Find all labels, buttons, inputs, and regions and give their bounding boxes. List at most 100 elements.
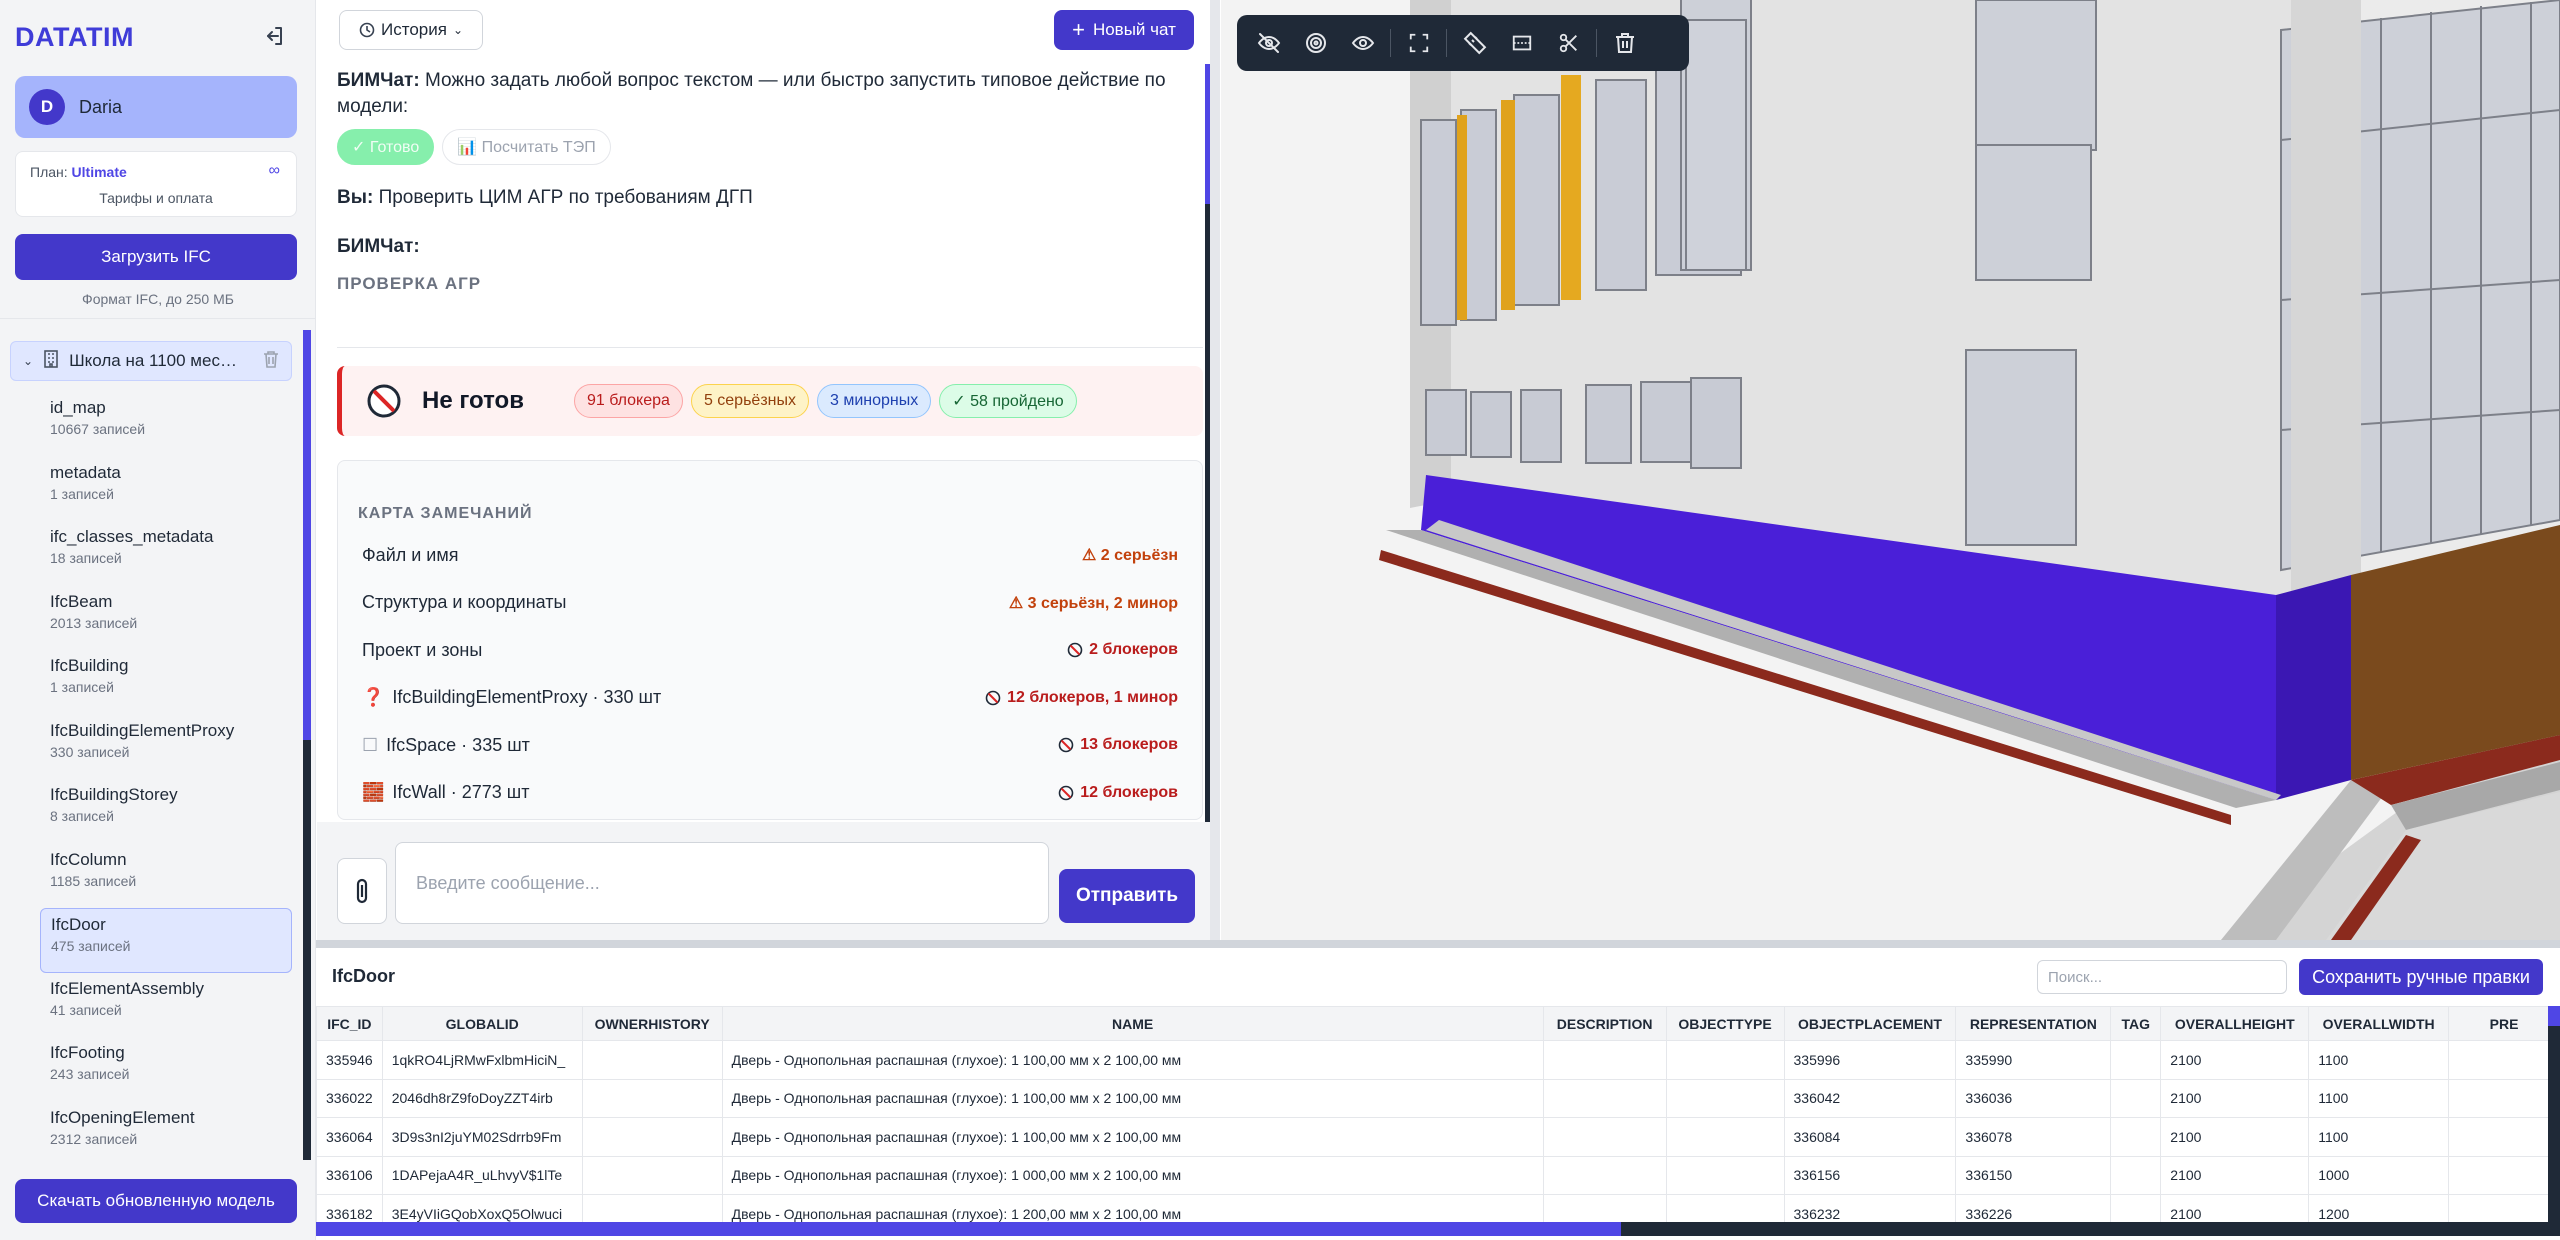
sidebar-item-ifcopeningelement[interactable]: IfcOpeningElement 2312 записей — [40, 1102, 292, 1167]
table-cell[interactable]: 335990 — [1955, 1040, 2112, 1080]
sidebar-item-ifcbuilding[interactable]: IfcBuilding 1 записей — [40, 650, 292, 715]
table-cell[interactable]: 1qkRO4LjRMwFxlbmHiciN_ — [381, 1040, 583, 1080]
chevron-down-icon[interactable]: ⌄ — [23, 354, 33, 368]
save-edits-button[interactable]: Сохранить ручные правки — [2299, 959, 2543, 995]
table-cell[interactable] — [2448, 1155, 2560, 1195]
table-cell[interactable] — [2110, 1155, 2162, 1195]
fullscreen-icon[interactable] — [1395, 20, 1442, 67]
table-cell[interactable] — [581, 1078, 723, 1118]
table-cell[interactable]: 336106 — [316, 1155, 383, 1195]
column-header[interactable]: PRE — [2448, 1006, 2560, 1041]
column-header[interactable]: OVERALLHEIGHT — [2160, 1006, 2310, 1041]
sidebar-item-ifcfooting[interactable]: IfcFooting 243 записей — [40, 1037, 292, 1102]
table-cell[interactable]: 2100 — [2160, 1155, 2310, 1195]
vertical-splitter[interactable] — [1210, 0, 1220, 942]
user-card[interactable]: D Daria — [15, 76, 297, 138]
table-cell[interactable]: 3D9s3nI2juYM02Sdrrb9Fm — [381, 1117, 583, 1157]
table-horizontal-scrollbar[interactable] — [1621, 1222, 2560, 1236]
sidebar-item-ifcbuildingelementproxy[interactable]: IfcBuildingElementProxy 330 записей — [40, 715, 292, 780]
table-cell[interactable]: 335946 — [316, 1040, 383, 1080]
model-tree-item[interactable]: ⌄ Школа на 1100 мес… — [10, 341, 292, 381]
table-cell[interactable]: 336064 — [316, 1117, 383, 1157]
column-header[interactable]: REPRESENTATION — [1955, 1006, 2112, 1041]
scissors-icon[interactable] — [1545, 20, 1592, 67]
column-header[interactable]: OBJECTTYPE — [1665, 1006, 1785, 1041]
table-cell[interactable] — [1665, 1117, 1785, 1157]
issue-row[interactable]: ☐ IfcSpace · 335 шт 13 блокеров — [352, 725, 1188, 765]
table-cell[interactable]: Дверь - Однопольная распашная (глухое): … — [721, 1155, 1544, 1195]
table-cell[interactable] — [2110, 1117, 2162, 1157]
sidebar-item-ifc_classes_metadata[interactable]: ifc_classes_metadata 18 записей — [40, 521, 292, 586]
sidebar-item-id_map[interactable]: id_map 10667 записей — [40, 392, 292, 457]
table-cell[interactable] — [1665, 1078, 1785, 1118]
sidebar-item-ifcelementassembly[interactable]: IfcElementAssembly 41 записей — [40, 973, 292, 1038]
trash-icon[interactable] — [263, 350, 279, 373]
attach-button[interactable] — [337, 858, 387, 924]
table-cell[interactable]: 335996 — [1783, 1040, 1957, 1080]
table-vertical-scroll-thumb[interactable] — [2548, 1006, 2560, 1026]
table-row[interactable]: 336106 1DAPejaA4R_uLhvyV$1lTe Дверь - Одно… — [316, 1155, 2560, 1195]
table-cell[interactable] — [2110, 1078, 2162, 1118]
issue-row[interactable]: 🧱 IfcWall · 2773 шт 12 блокеров — [352, 773, 1188, 813]
calc-tep-chip[interactable]: 📊 Посчитать ТЭП — [442, 129, 611, 165]
table-search-input[interactable] — [2037, 960, 2287, 994]
table-row[interactable]: 335946 1qkRO4LjRMwFxlbmHiciN_ Дверь - Одно… — [316, 1040, 2560, 1080]
issue-row[interactable]: ❓ IfcBuildingElementProxy · 330 шт 12 блок… — [352, 678, 1188, 718]
history-dropdown[interactable]: История ⌄ — [339, 10, 483, 50]
table-cell[interactable] — [581, 1117, 723, 1157]
message-input[interactable] — [395, 842, 1049, 924]
table-cell[interactable]: 1100 — [2308, 1117, 2450, 1157]
column-header[interactable]: OVERALLWIDTH — [2308, 1006, 2450, 1041]
trash-icon[interactable] — [1601, 20, 1648, 67]
sidebar-item-ifcbeam[interactable]: IfcBeam 2013 записей — [40, 586, 292, 651]
table-cell[interactable] — [1542, 1155, 1667, 1195]
table-cell[interactable]: 336042 — [1783, 1078, 1957, 1118]
column-header[interactable]: IFC_ID — [316, 1006, 383, 1041]
horizontal-splitter[interactable] — [316, 940, 2560, 948]
table-cell[interactable]: 1000 — [2308, 1155, 2450, 1195]
table-cell[interactable]: 1100 — [2308, 1040, 2450, 1080]
sidebar-scrollbar-thumb[interactable] — [303, 330, 311, 740]
table-cell[interactable] — [581, 1040, 723, 1080]
ruler-icon[interactable] — [1451, 20, 1498, 67]
sidebar-item-ifcbuildingstorey[interactable]: IfcBuildingStorey 8 записей — [40, 779, 292, 844]
upload-ifc-button[interactable]: Загрузить IFC — [15, 234, 297, 280]
table-horizontal-scroll-thumb[interactable] — [316, 1222, 1621, 1236]
table-cell[interactable]: 336084 — [1783, 1117, 1957, 1157]
table-cell[interactable] — [1665, 1155, 1785, 1195]
table-cell[interactable] — [1665, 1040, 1785, 1080]
table-cell[interactable]: 2100 — [2160, 1040, 2310, 1080]
download-model-button[interactable]: Скачать обновленную модель — [15, 1179, 297, 1223]
table-row[interactable]: 336064 3D9s3nI2juYM02Sdrrb9Fm Дверь - Одно… — [316, 1117, 2560, 1157]
table-cell[interactable]: 2100 — [2160, 1078, 2310, 1118]
table-cell[interactable]: 1100 — [2308, 1078, 2450, 1118]
table-cell[interactable] — [581, 1155, 723, 1195]
sidebar-item-metadata[interactable]: metadata 1 записей — [40, 457, 292, 522]
table-cell[interactable]: 336022 — [316, 1078, 383, 1118]
sidebar-item-ifcdoor[interactable]: IfcDoor 475 записей — [40, 908, 292, 973]
table-cell[interactable]: 336150 — [1955, 1155, 2112, 1195]
billing-link[interactable]: Тарифы и оплата — [16, 190, 296, 206]
column-header[interactable]: OWNERHISTORY — [581, 1006, 723, 1041]
building-3d-scene[interactable] — [1221, 0, 2560, 940]
eye-icon[interactable] — [1339, 20, 1386, 67]
issue-row[interactable]: Структура и координаты ⚠ 3 серьёзн, 2 мин… — [352, 583, 1188, 623]
column-header[interactable]: TAG — [2110, 1006, 2162, 1041]
section-box-icon[interactable] — [1498, 20, 1545, 67]
done-chip[interactable]: ✓ Готово — [337, 129, 435, 165]
table-cell[interactable]: Дверь - Однопольная распашная (глухое): … — [721, 1078, 1544, 1118]
table-cell[interactable] — [1542, 1040, 1667, 1080]
table-cell[interactable]: Дверь - Однопольная распашная (глухое): … — [721, 1040, 1544, 1080]
eye-off-icon[interactable] — [1245, 20, 1292, 67]
table-cell[interactable] — [1542, 1117, 1667, 1157]
send-button[interactable]: Отправить — [1059, 869, 1195, 923]
table-cell[interactable]: 336078 — [1955, 1117, 2112, 1157]
table-cell[interactable] — [2448, 1117, 2560, 1157]
sidebar-scrollbar-track[interactable] — [303, 740, 311, 1160]
column-header[interactable]: OBJECTPLACEMENT — [1783, 1006, 1957, 1041]
table-cell[interactable] — [2110, 1040, 2162, 1080]
issue-row[interactable]: Файл и имя ⚠ 2 серьёзн — [352, 535, 1188, 575]
target-icon[interactable] — [1292, 20, 1339, 67]
column-header[interactable]: DESCRIPTION — [1542, 1006, 1667, 1041]
table-cell[interactable]: Дверь - Однопольная распашная (глухое): … — [721, 1117, 1544, 1157]
